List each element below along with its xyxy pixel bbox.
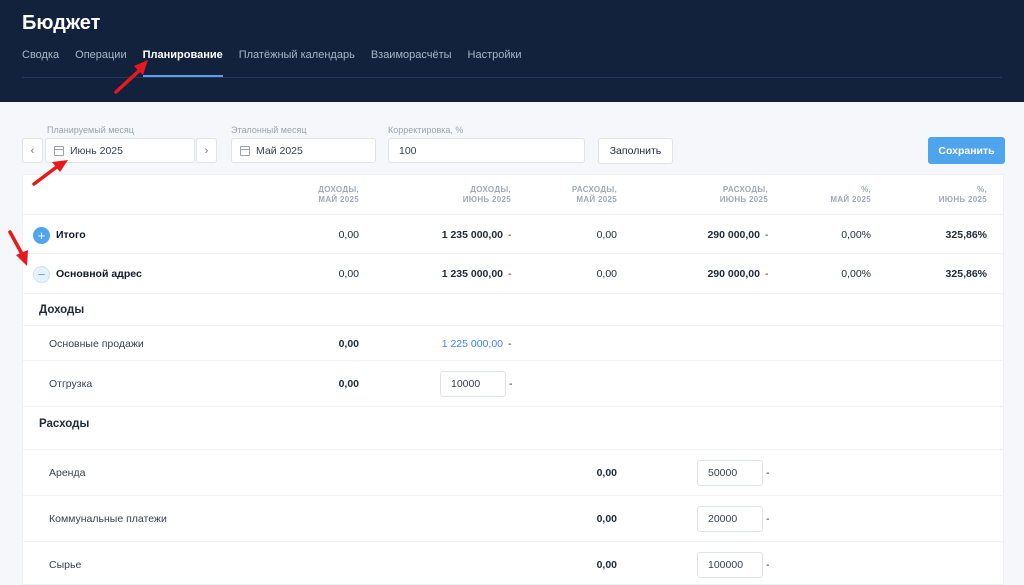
fill-button[interactable]: Заполнить xyxy=(598,138,673,164)
expense-item-label: Аренда xyxy=(49,467,86,479)
total-pct-june: 325,86% xyxy=(945,229,987,241)
tab-settlements[interactable]: Взаиморасчёты xyxy=(371,47,452,77)
dash: - xyxy=(766,513,770,525)
planned-month-value: Июнь 2025 xyxy=(70,144,123,157)
annotation-arrow-icon xyxy=(8,230,28,266)
table-row-main-address: − Основной адрес 0,00 1 235 000,00 - 0,0… xyxy=(23,254,1003,294)
app-title: Бюджет xyxy=(22,12,101,34)
income-item-may: 0,00 xyxy=(338,338,359,350)
main-income-may: 0,00 xyxy=(338,268,359,280)
total-income-may: 0,00 xyxy=(338,229,359,241)
total-expense-june: 290 000,00 xyxy=(707,229,760,241)
income-item-june-link[interactable]: 1 225 000,00 xyxy=(442,338,503,350)
expense-section-title: Расходы xyxy=(39,418,90,430)
nav-divider xyxy=(22,77,1002,78)
expense-item-label: Сырье xyxy=(49,559,82,571)
nav-tabs: Сводка Операции Планирование Платёжный к… xyxy=(22,47,521,77)
reference-month-value: Май 2025 xyxy=(256,144,303,157)
col-expense-may: РАСХОДЫ, МАЙ 2025 xyxy=(571,185,617,204)
dash: - xyxy=(765,229,769,241)
dash: - xyxy=(508,338,512,350)
dash: - xyxy=(765,268,769,280)
total-label: Итого xyxy=(56,229,86,241)
planning-content: Планируемый месяц ‹ Июнь 2025 › Эталонны… xyxy=(0,102,1024,585)
expense-section-row: Расходы xyxy=(23,407,1003,450)
budget-table: ДОХОДЫ, МАЙ 2025 ДОХОДЫ, ИЮНЬ 2025 РАСХОДЫ… xyxy=(22,174,1004,585)
dash: - xyxy=(766,559,770,571)
collapse-minus-icon[interactable]: − xyxy=(33,266,50,283)
total-pct-may: 0,00% xyxy=(841,229,871,241)
col-income-june: ДОХОДЫ, ИЮНЬ 2025 xyxy=(462,185,511,204)
col-expense-june: РАСХОДЫ, ИЮНЬ 2025 xyxy=(719,185,768,204)
income-item-june-input[interactable]: 10000 xyxy=(440,371,506,397)
income-item-may: 0,00 xyxy=(338,378,359,390)
reference-month-label: Эталонный месяц xyxy=(231,125,307,135)
expense-item-label: Коммунальные платежи xyxy=(49,513,167,525)
main-expense-may: 0,00 xyxy=(596,268,617,280)
table-row: Сырье 0,00 100000 - xyxy=(23,542,1003,585)
annotation-arrow-icon xyxy=(114,60,148,94)
planned-month-label: Планируемый месяц xyxy=(47,125,134,135)
table-row: Коммунальные платежи 0,00 20000 - xyxy=(23,496,1003,542)
dash: - xyxy=(766,467,770,479)
correction-value: 100 xyxy=(399,144,417,157)
correction-label: Корректировка, % xyxy=(388,125,464,135)
main-address-label: Основной адрес xyxy=(56,268,142,280)
correction-input[interactable]: 100 xyxy=(388,138,585,163)
dash: - xyxy=(508,268,512,280)
expense-item-june-input[interactable]: 100000 xyxy=(697,552,763,578)
main-pct-june: 325,86% xyxy=(945,268,987,280)
main-expense-june: 290 000,00 xyxy=(707,268,760,280)
table-row-total: + Итого 0,00 1 235 000,00 - 0,00 290 000… xyxy=(23,215,1003,254)
expense-item-june-input[interactable]: 20000 xyxy=(697,506,763,532)
expense-item-may: 0,00 xyxy=(596,559,617,571)
calendar-icon xyxy=(240,145,250,156)
col-pct-june: %, ИЮНЬ 2025 xyxy=(938,185,987,204)
total-income-june: 1 235 000,00 xyxy=(441,229,503,241)
main-income-june: 1 235 000,00 xyxy=(441,268,503,280)
tab-payment-calendar[interactable]: Платёжный календарь xyxy=(239,47,355,77)
save-button[interactable]: Сохранить xyxy=(928,137,1005,164)
annotation-arrow-icon xyxy=(32,160,68,186)
table-row: Основные продажи 0,00 1 225 000,00 - xyxy=(23,326,1003,361)
next-month-button[interactable]: › xyxy=(196,138,217,163)
expense-item-may: 0,00 xyxy=(596,513,617,525)
total-expense-may: 0,00 xyxy=(596,229,617,241)
reference-month-input[interactable]: Май 2025 xyxy=(231,138,376,163)
main-pct-may: 0,00% xyxy=(841,268,871,280)
dash: - xyxy=(509,378,513,390)
tab-settings[interactable]: Настройки xyxy=(468,47,522,77)
income-section-row: Доходы xyxy=(23,294,1003,326)
dash: - xyxy=(508,229,512,241)
expense-item-may: 0,00 xyxy=(596,467,617,479)
expense-item-june-input[interactable]: 50000 xyxy=(697,460,763,486)
col-pct-may: %, МАЙ 2025 xyxy=(830,185,871,204)
chevron-right-icon: › xyxy=(204,144,209,157)
col-income-may: ДОХОДЫ, МАЙ 2025 xyxy=(318,185,359,204)
income-item-label: Отгрузка xyxy=(49,378,93,390)
table-row: Отгрузка 0,00 10000 - xyxy=(23,361,1003,407)
income-section-title: Доходы xyxy=(39,304,85,316)
tab-planning[interactable]: Планирование xyxy=(142,47,223,77)
table-row: Аренда 0,00 50000 - xyxy=(23,450,1003,496)
table-header: ДОХОДЫ, МАЙ 2025 ДОХОДЫ, ИЮНЬ 2025 РАСХОДЫ… xyxy=(23,175,1003,215)
app-header: Бюджет Сводка Операции Планирование Плат… xyxy=(0,0,1024,102)
income-item-label: Основные продажи xyxy=(49,338,144,350)
tab-summary[interactable]: Сводка xyxy=(22,47,59,77)
